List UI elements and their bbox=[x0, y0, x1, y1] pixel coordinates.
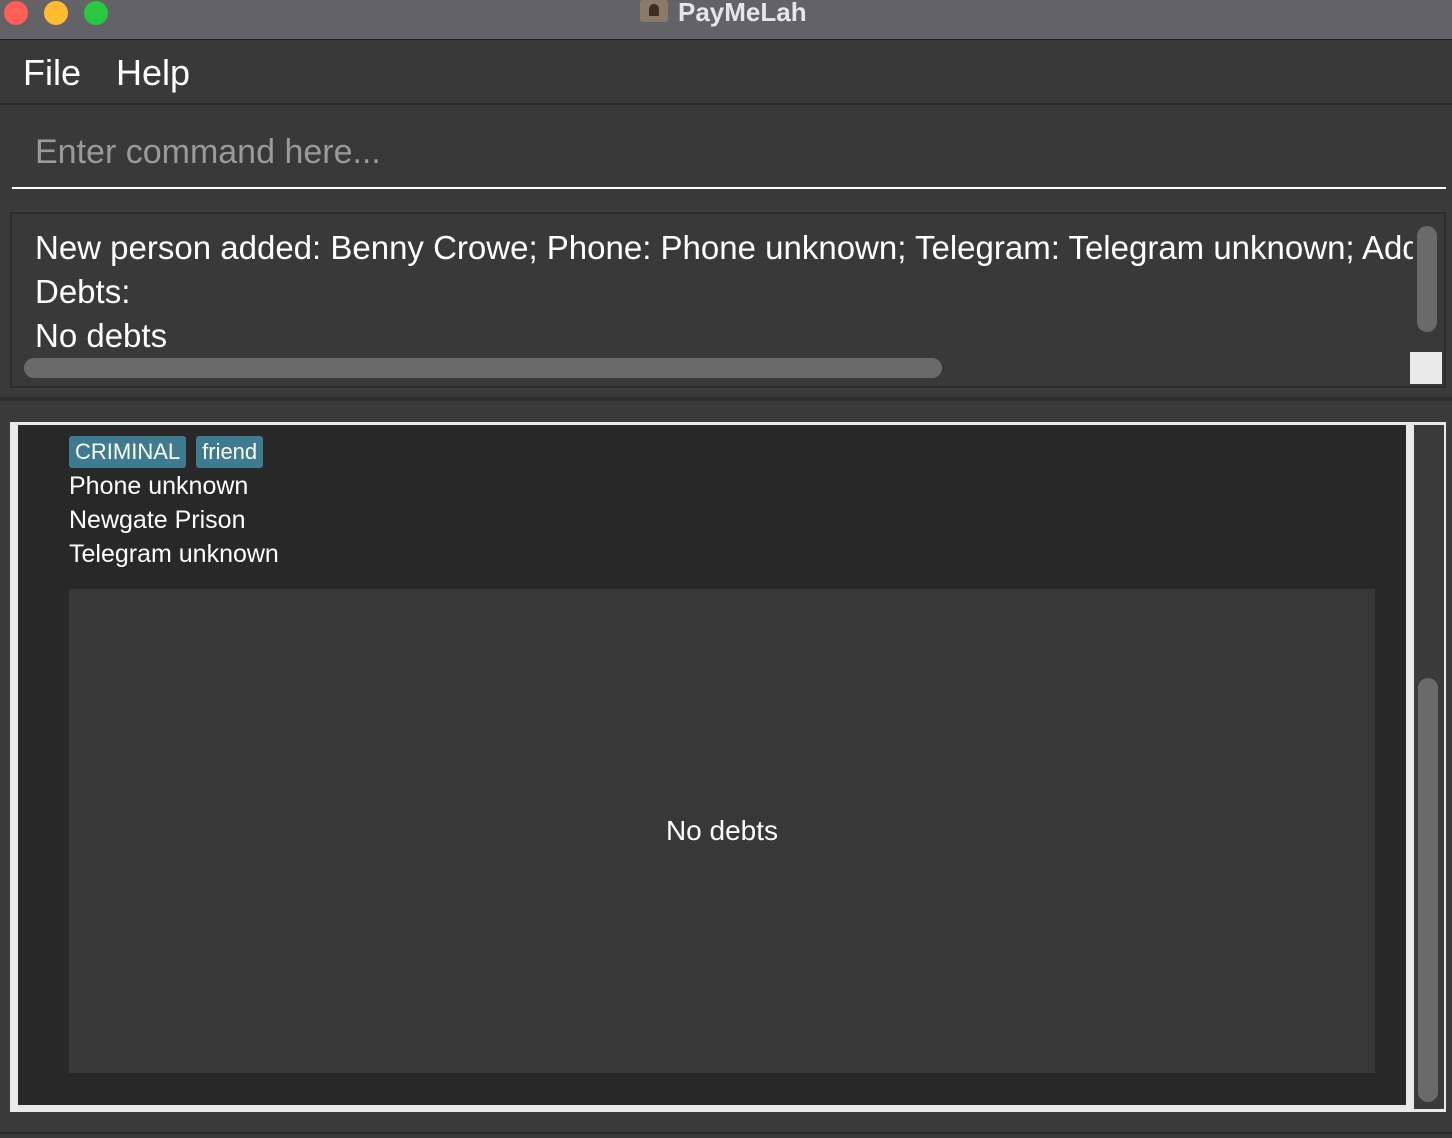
tag-list: CRIMINAL friend bbox=[69, 436, 273, 468]
pane-divider[interactable] bbox=[0, 397, 1452, 401]
menu-file[interactable]: File bbox=[23, 41, 81, 105]
result-line: Debts: bbox=[35, 273, 131, 310]
result-line: New person added: Benny Crowe; Phone: Ph… bbox=[35, 229, 1413, 266]
result-display: New person added: Benny Crowe; Phone: Ph… bbox=[10, 212, 1446, 388]
app-icon bbox=[640, 0, 668, 22]
maximize-window-button[interactable] bbox=[84, 1, 108, 25]
person-list: CRIMINAL friend Phone unknown Newgate Pri… bbox=[10, 422, 1446, 1112]
bottom-divider bbox=[0, 1132, 1452, 1134]
list-scrollbar-thumb[interactable] bbox=[1418, 678, 1438, 1102]
scrollbar-corner bbox=[1410, 352, 1442, 384]
result-horizontal-scrollbar[interactable] bbox=[24, 358, 942, 378]
minimize-window-button[interactable] bbox=[44, 1, 68, 25]
menu-help[interactable]: Help bbox=[116, 41, 190, 105]
result-vertical-scrollbar[interactable] bbox=[1417, 226, 1437, 332]
person-phone: Phone unknown bbox=[69, 472, 249, 500]
tag-badge: CRIMINAL bbox=[69, 436, 187, 468]
command-input[interactable] bbox=[12, 117, 1446, 189]
menu-bar: File Help bbox=[0, 41, 1452, 105]
person-card[interactable]: CRIMINAL friend Phone unknown Newgate Pri… bbox=[18, 425, 1406, 1105]
close-window-button[interactable] bbox=[4, 1, 28, 25]
person-address: Newgate Prison bbox=[69, 506, 246, 534]
command-box bbox=[0, 107, 1452, 201]
result-text: New person added: Benny Crowe; Phone: Ph… bbox=[35, 226, 1413, 358]
title-bar: PayMeLah bbox=[0, 0, 1452, 40]
tag-badge: friend bbox=[196, 436, 264, 468]
debts-table: No debts bbox=[69, 589, 1375, 1073]
person-telegram: Telegram unknown bbox=[69, 540, 279, 568]
window-title: PayMeLah bbox=[678, 0, 807, 27]
result-line: No debts bbox=[35, 317, 168, 354]
debts-empty-placeholder: No debts bbox=[665, 815, 779, 846]
